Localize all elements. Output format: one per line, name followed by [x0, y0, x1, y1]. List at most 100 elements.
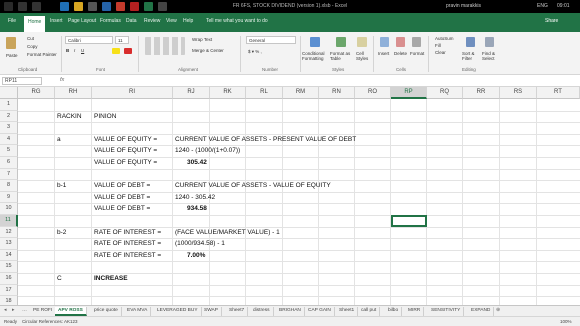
- delete-cells-button[interactable]: Delete: [394, 51, 407, 56]
- sheet-tab[interactable]: call put: [358, 307, 381, 316]
- format-cells-icon[interactable]: [412, 37, 421, 47]
- user-name[interactable]: pravin marakkis: [446, 3, 481, 9]
- add-sheet-button[interactable]: ⊕: [496, 307, 500, 313]
- clear-button[interactable]: Clear: [435, 50, 446, 55]
- paste-icon[interactable]: [6, 37, 16, 49]
- autosum-button[interactable]: AutoSum: [435, 36, 454, 41]
- column-header-rq[interactable]: RQ: [427, 87, 463, 99]
- cell-styles-button[interactable]: Cell Styles: [356, 51, 370, 61]
- underline-button[interactable]: U: [81, 48, 84, 53]
- sheet-tab[interactable]: BRIGHAN: [276, 307, 305, 316]
- sort-filter-icon[interactable]: [466, 37, 475, 47]
- fill-color-icon[interactable]: [112, 48, 120, 54]
- zoom-level[interactable]: 100%: [560, 319, 572, 324]
- sheet-tab[interactable]: EVA MVA: [124, 307, 152, 316]
- cell-ri13[interactable]: RATE OF INTEREST =: [94, 238, 161, 249]
- sheet-nav-next[interactable]: ▸: [12, 307, 15, 313]
- sheet-tab[interactable]: Sheet7: [226, 307, 249, 316]
- sheet-tab[interactable]: Sheet1: [336, 307, 359, 316]
- font-color-icon[interactable]: [124, 48, 132, 54]
- insert-cells-button[interactable]: Insert: [378, 51, 389, 56]
- tab-review[interactable]: Review: [144, 18, 160, 24]
- align-icons[interactable]: [145, 37, 185, 55]
- name-box[interactable]: RP11: [2, 77, 42, 85]
- sheet-tab[interactable]: distress: [250, 307, 274, 316]
- format-painter-button[interactable]: Format Painter: [27, 52, 57, 57]
- cell-rj14[interactable]: 7.00%: [187, 250, 205, 261]
- column-header-rr[interactable]: RR: [463, 87, 500, 99]
- sheet-tab[interactable]: MIRR: [405, 307, 425, 316]
- cell-ri10[interactable]: VALUE OF DEBT =: [94, 203, 150, 214]
- cell-ri2[interactable]: PINION: [94, 111, 116, 122]
- cell-ri12[interactable]: RATE OF INTEREST =: [94, 227, 161, 238]
- cell-rh12[interactable]: b-2: [57, 227, 66, 238]
- fx-icon[interactable]: fx: [60, 77, 64, 83]
- cell-ri16[interactable]: INCREASE: [94, 273, 128, 284]
- column-header-rh[interactable]: RH: [55, 87, 92, 99]
- format-as-table-button[interactable]: Format as Table: [330, 51, 352, 61]
- conditional-formatting-icon[interactable]: [310, 37, 320, 47]
- currency-format-button[interactable]: $ ▾ % ,: [248, 49, 262, 55]
- cell-rj5[interactable]: 1240 - (1000/(1+0.07)): [175, 145, 240, 156]
- sheet-tab[interactable]: bilbo: [385, 307, 403, 316]
- column-header-ri[interactable]: RI: [92, 87, 173, 99]
- sheet-tab[interactable]: EXPAND: [468, 307, 495, 316]
- sheet-tab[interactable]: APV ROSS: [55, 307, 87, 316]
- row-header-17[interactable]: 17: [0, 284, 18, 297]
- column-header-rg[interactable]: RG: [18, 87, 55, 99]
- tab-page-layout[interactable]: Page Layout: [68, 18, 96, 24]
- cell-rh8[interactable]: b-1: [57, 180, 66, 191]
- tab-view[interactable]: View: [166, 18, 177, 24]
- tab-help[interactable]: Help: [183, 18, 193, 24]
- sheet-nav-more[interactable]: …: [22, 307, 27, 313]
- column-header-rt[interactable]: RT: [537, 87, 580, 99]
- row-header-5[interactable]: 5: [0, 145, 18, 157]
- cell-ri9[interactable]: VALUE OF DEBT =: [94, 192, 150, 203]
- status-circular-refs[interactable]: Circular References: AK123: [22, 319, 78, 324]
- row-header-8[interactable]: 8: [0, 180, 18, 192]
- sheet-tab[interactable]: CAP GAIN: [305, 307, 335, 316]
- row-header-11[interactable]: 11: [0, 215, 18, 227]
- cell-ri14[interactable]: RATE OF INTEREST =: [94, 250, 161, 261]
- tab-file[interactable]: File: [8, 18, 16, 24]
- paste-button[interactable]: Paste: [6, 53, 18, 58]
- merge-center-button[interactable]: Merge & Center: [192, 48, 224, 53]
- column-header-rl[interactable]: RL: [246, 87, 283, 99]
- fill-button[interactable]: Fill: [435, 43, 441, 48]
- sheet-tab[interactable]: SENSITIVITY: [428, 307, 465, 316]
- find-select-button[interactable]: Find & Select: [482, 51, 500, 61]
- spreadsheet-grid[interactable]: RG RH RI RJ RK RL RM RN RO RP RQ RR RS RT 1 2 3 4 5 6 7 8 9 10…: [0, 87, 580, 305]
- column-header-rk[interactable]: RK: [210, 87, 246, 99]
- insert-cells-icon[interactable]: [380, 37, 389, 47]
- cell-ri4[interactable]: VALUE OF EQUITY =: [94, 134, 157, 145]
- row-header-16[interactable]: 16: [0, 273, 18, 285]
- cell-rj13[interactable]: (1000/934.58) - 1: [175, 238, 225, 249]
- cell-rj6[interactable]: 305.42: [187, 157, 207, 168]
- cut-button[interactable]: Cut: [27, 36, 34, 41]
- cell-styles-icon[interactable]: [357, 37, 367, 47]
- row-header-1[interactable]: 1: [0, 99, 18, 111]
- cell-rj4[interactable]: CURRENT VALUE OF ASSETS - PRESENT VALUE …: [175, 134, 356, 145]
- italic-button[interactable]: I: [74, 48, 75, 53]
- font-size-select[interactable]: 11: [115, 36, 129, 44]
- sheet-nav-prev[interactable]: ◂: [4, 307, 7, 313]
- column-header-rj[interactable]: RJ: [173, 87, 210, 99]
- column-header-rp[interactable]: RP: [391, 87, 427, 99]
- tab-insert[interactable]: Insert: [50, 18, 63, 24]
- select-all-corner[interactable]: [0, 87, 18, 99]
- sheet-tab[interactable]: price quote: [91, 307, 122, 316]
- row-header-3[interactable]: 3: [0, 122, 18, 134]
- row-header-12[interactable]: 12: [0, 226, 18, 239]
- wrap-text-button[interactable]: Wrap Text: [192, 37, 212, 42]
- tab-data[interactable]: Data: [126, 18, 137, 24]
- number-format-select[interactable]: General: [246, 36, 296, 44]
- font-name-select[interactable]: Calibri: [65, 36, 113, 44]
- cell-rh4[interactable]: a: [57, 134, 61, 145]
- row-header-18[interactable]: 18: [0, 296, 18, 305]
- sheet-tab[interactable]: PE ROFI: [30, 307, 57, 316]
- row-header-10[interactable]: 10: [0, 203, 18, 215]
- column-header-ro[interactable]: RO: [355, 87, 391, 99]
- conditional-formatting-button[interactable]: Conditional Formatting: [302, 51, 330, 61]
- tab-formulas[interactable]: Formulas: [100, 18, 121, 24]
- sheet-tab[interactable]: SWAP: [201, 307, 222, 316]
